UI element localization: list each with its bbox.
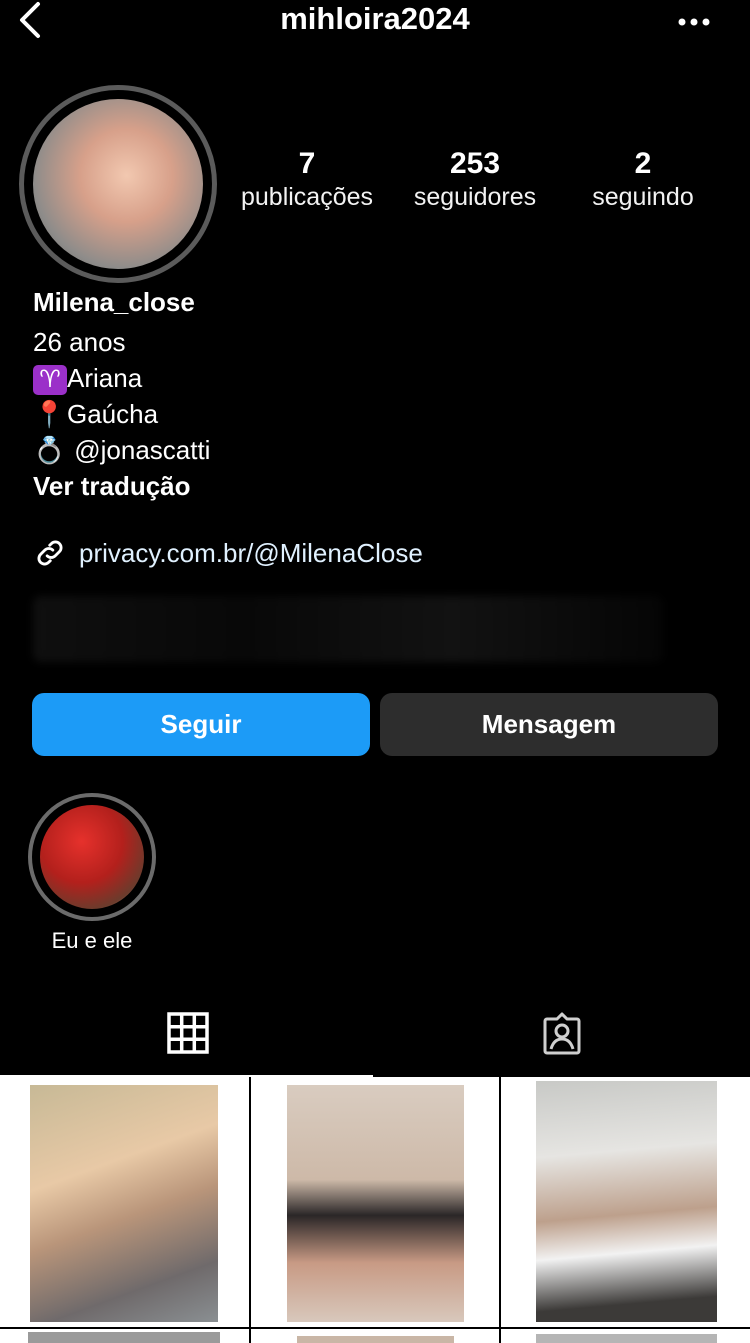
- post-thumbnail[interactable]: [287, 1085, 464, 1322]
- profile-username-title: mihloira2024: [280, 1, 470, 36]
- stat-posts[interactable]: 7 publicações: [227, 146, 387, 212]
- stat-posts-label: publicações: [240, 183, 374, 211]
- post-thumbnail[interactable]: [28, 1332, 220, 1343]
- profile-display-name: Milena_close: [33, 287, 195, 317]
- stat-following[interactable]: 2 seguindo: [563, 146, 723, 212]
- bio-partner-line: 💍 @jonascatti: [33, 432, 210, 468]
- grid-divider: [249, 1077, 251, 1343]
- avatar-image: [33, 99, 203, 269]
- more-horizontal-icon: [678, 18, 710, 26]
- bio-location: Gaúcha: [67, 399, 159, 429]
- grid-divider: [0, 1327, 750, 1329]
- bio-partner-mention[interactable]: @jonascatti: [67, 435, 210, 465]
- profile-link[interactable]: privacy.com.br/@MilenaClose: [33, 535, 423, 571]
- post-thumbnail[interactable]: [30, 1085, 218, 1322]
- bio-sign-line: ♈ Ariana: [33, 360, 142, 396]
- stat-following-count: 2: [634, 147, 652, 180]
- stat-followers-label: seguidores: [413, 183, 537, 211]
- stat-following-label: seguindo: [592, 183, 694, 211]
- blurred-content: [33, 596, 663, 662]
- message-button[interactable]: Mensagem: [380, 693, 718, 756]
- aries-icon: ♈: [33, 365, 67, 395]
- stat-posts-count: 7: [298, 147, 316, 180]
- link-icon: [37, 540, 63, 566]
- tab-tagged[interactable]: [539, 1011, 585, 1057]
- ring-icon: 💍: [33, 435, 66, 465]
- profile-link-text: privacy.com.br/@MilenaClose: [79, 537, 423, 568]
- stat-followers-count: 253: [449, 147, 501, 180]
- follow-button[interactable]: Seguir: [32, 693, 370, 756]
- pin-icon: 📍: [33, 399, 66, 429]
- bio-sign: Ariana: [67, 363, 143, 393]
- post-thumbnail[interactable]: [536, 1334, 717, 1343]
- post-thumbnail[interactable]: [297, 1336, 454, 1343]
- grid-divider: [499, 1077, 501, 1343]
- see-translation-link[interactable]: Ver tradução: [33, 468, 191, 504]
- stat-followers[interactable]: 253 seguidores: [395, 146, 555, 212]
- tagged-person-icon: [543, 1012, 581, 1055]
- bio-location-line: 📍Gaúcha: [33, 396, 158, 432]
- tab-posts-grid[interactable]: [167, 1012, 209, 1054]
- highlight-eu-e-ele[interactable]: [28, 793, 156, 921]
- post-thumbnail[interactable]: [536, 1081, 717, 1322]
- bio-age: 26 anos: [33, 327, 126, 357]
- profile-avatar[interactable]: [19, 85, 217, 283]
- highlight-cover-image: [40, 805, 144, 909]
- grid-icon: [167, 1012, 209, 1054]
- highlight-label: Eu e ele: [51, 928, 133, 953]
- more-options-button[interactable]: [672, 4, 716, 36]
